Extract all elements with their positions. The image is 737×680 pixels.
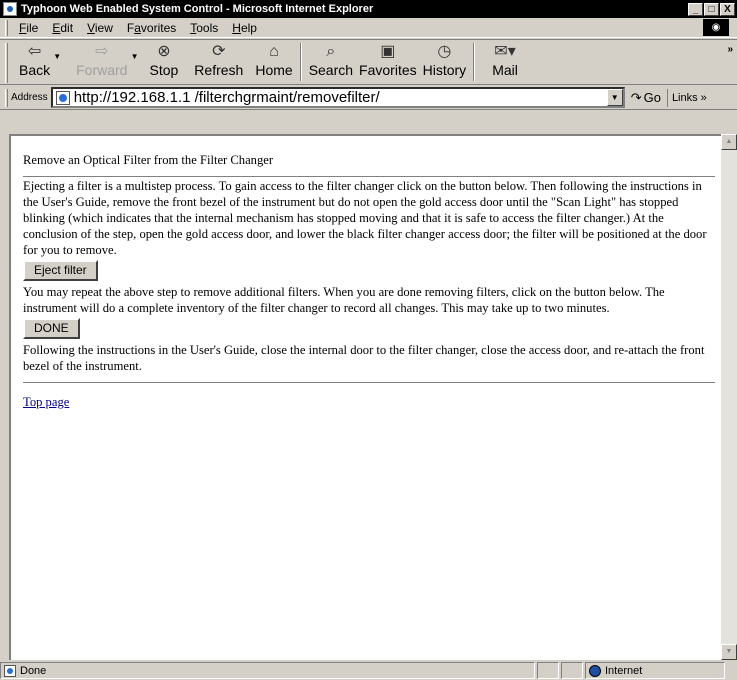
- stop-icon: ⊗: [157, 43, 171, 60]
- security-zone-panel: Internet: [585, 662, 725, 679]
- back-dropdown-icon[interactable]: ▼: [53, 52, 61, 61]
- page-icon: [55, 90, 70, 105]
- page-heading: Remove an Optical Filter from the Filter…: [23, 153, 274, 167]
- forward-arrow-icon: ⇨: [95, 43, 109, 60]
- ie-app-icon[interactable]: [3, 2, 17, 16]
- status-panel-1: [537, 662, 559, 679]
- menu-tools[interactable]: Tools: [183, 21, 225, 35]
- viewport-frame: [0, 112, 737, 134]
- eject-filter-button[interactable]: Eject filter: [23, 260, 98, 281]
- menu-favorites[interactable]: Favorites: [120, 21, 183, 35]
- ie-throbber-icon: ◉: [703, 19, 729, 36]
- address-dropdown-icon[interactable]: ▼: [606, 89, 623, 106]
- menu-view[interactable]: View: [80, 21, 120, 35]
- divider-bottom: [23, 382, 715, 384]
- address-label: Address: [11, 92, 48, 103]
- links-button[interactable]: Links »: [666, 88, 707, 107]
- scroll-down-icon[interactable]: ▼: [721, 644, 737, 660]
- back-arrow-icon: ⇦: [27, 43, 42, 60]
- top-page-link[interactable]: Top page: [23, 395, 69, 409]
- address-bar: Address http://192.168.1.1 /filterchgrma…: [0, 86, 737, 110]
- toolbar-overflow-chevron-icon[interactable]: »: [727, 44, 733, 55]
- window-controls: _ □ X: [688, 2, 735, 16]
- zone-text: Internet: [605, 664, 643, 677]
- menu-bar: File Edit View Favorites Tools Help ◉: [0, 18, 737, 38]
- go-button[interactable]: ↷ Go: [631, 90, 661, 106]
- done-button[interactable]: DONE: [23, 318, 80, 339]
- internet-zone-globe-icon: [589, 664, 601, 677]
- history-icon: ◷: [437, 43, 452, 60]
- go-arrow-icon: ↷: [630, 89, 642, 105]
- mail-icon: ✉▾: [494, 43, 516, 60]
- page-viewport: Remove an Optical Filter from the Filter…: [9, 134, 721, 660]
- favorites-folder-icon: ▣: [380, 43, 396, 60]
- title-bar: Typhoon Web Enabled System Control - Mic…: [0, 0, 737, 18]
- stop-button[interactable]: ⊗ Stop: [146, 40, 181, 78]
- menu-file[interactable]: File: [12, 21, 45, 35]
- menu-edit[interactable]: Edit: [45, 21, 80, 35]
- search-button[interactable]: ⌕ Search: [306, 40, 356, 78]
- menu-grip[interactable]: [5, 19, 8, 36]
- instructions-paragraph: Ejecting a filter is a multistep process…: [23, 179, 707, 257]
- favorites-button[interactable]: ▣ Favorites: [356, 40, 420, 78]
- status-panel-2: [561, 662, 583, 679]
- history-button[interactable]: ◷ History: [420, 40, 470, 78]
- address-url[interactable]: http://192.168.1.1 /filterchgrmaint/remo…: [74, 89, 380, 106]
- forward-button[interactable]: ⇨ Forward ▼: [73, 40, 138, 78]
- toolbar-grip[interactable]: [5, 43, 8, 83]
- refresh-button[interactable]: ⟳ Refresh: [191, 40, 246, 78]
- refresh-icon: ⟳: [212, 43, 226, 60]
- scroll-up-icon[interactable]: ▲: [721, 134, 737, 150]
- repeat-paragraph: You may repeat the above step to remove …: [23, 285, 665, 315]
- toolbar-separator-2: [473, 43, 476, 81]
- standard-toolbar: ⇦ Back ▼ ⇨ Forward ▼ ⊗ Stop ⟳ Refresh ⌂ …: [0, 39, 737, 85]
- search-icon: ⌕: [326, 43, 336, 60]
- status-bar: Done Internet: [0, 661, 737, 680]
- page-status-icon: [4, 664, 16, 677]
- closing-paragraph: Following the instructions in the User's…: [23, 343, 705, 373]
- maximize-button[interactable]: □: [704, 2, 719, 16]
- toolbar-separator: [299, 43, 302, 81]
- mail-button[interactable]: ✉▾ Mail: [489, 40, 521, 78]
- close-button[interactable]: X: [720, 2, 735, 16]
- address-input[interactable]: http://192.168.1.1 /filterchgrmaint/remo…: [50, 87, 625, 108]
- minimize-button[interactable]: _: [688, 2, 703, 16]
- status-text-panel: Done: [0, 662, 535, 679]
- forward-dropdown-icon[interactable]: ▼: [131, 52, 139, 61]
- menu-help[interactable]: Help: [225, 21, 264, 35]
- page-content: Remove an Optical Filter from the Filter…: [23, 152, 719, 410]
- back-button[interactable]: ⇦ Back ▼: [16, 40, 61, 78]
- address-grip[interactable]: [5, 88, 8, 107]
- vertical-scrollbar[interactable]: ▲ ▼: [721, 134, 737, 660]
- home-button[interactable]: ⌂ Home: [252, 40, 295, 78]
- status-text: Done: [20, 664, 47, 677]
- home-icon: ⌂: [269, 43, 279, 60]
- window-title: Typhoon Web Enabled System Control - Mic…: [21, 3, 374, 15]
